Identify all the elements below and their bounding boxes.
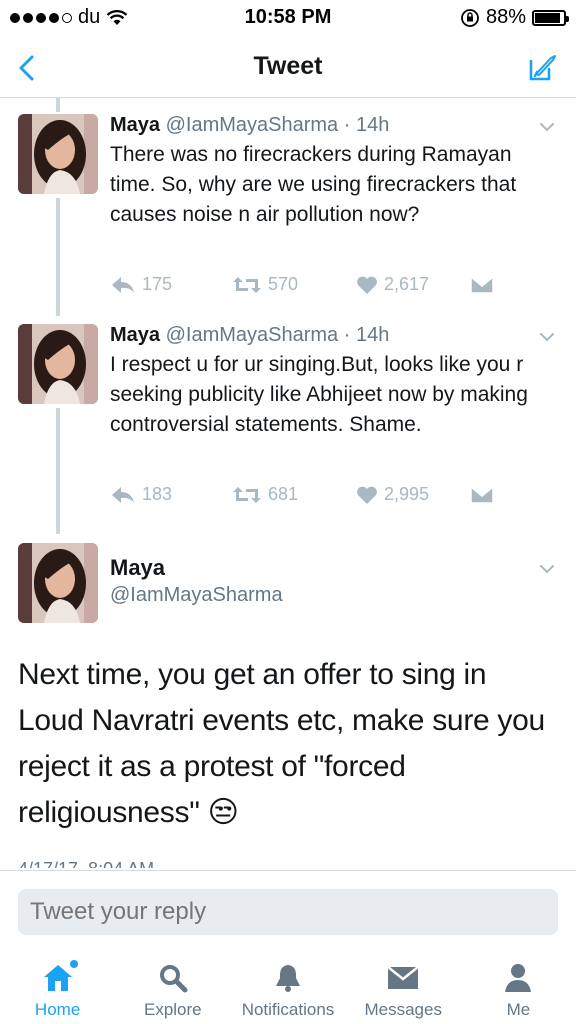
tweet-timestamp: 4/17/17, 8:04 AM [18,854,154,868]
avatar[interactable] [18,543,98,623]
tweet-actions: 175 570 2,617 [110,274,494,295]
search-icon [155,960,191,996]
author-handle[interactable]: @IamMayaSharma [166,114,339,136]
chevron-down-icon[interactable] [536,326,558,348]
like-button[interactable]: 2,617 [356,274,470,295]
compose-tweet-icon[interactable] [522,48,562,88]
chevron-down-icon[interactable] [536,116,558,138]
tweet-time: · 14h [343,114,390,136]
tab-me[interactable]: Me [461,950,576,1024]
person-icon [500,960,536,996]
author-name[interactable]: Maya [110,324,160,346]
retweet-icon [233,276,261,293]
tweet-header: Maya @IamMayaSharma · 14h [110,324,389,347]
tab-home[interactable]: Home [0,950,115,1024]
tweet-text: I respect u for ur singing.But, looks li… [110,353,528,436]
tab-messages[interactable]: Messages [346,950,461,1024]
chevron-down-icon[interactable] [536,558,558,580]
tweet-text: There was no firecrackers during Ramayan… [110,143,517,226]
envelope-icon [470,485,494,504]
envelope-icon [385,960,421,996]
reply-count: 183 [142,484,173,504]
status-right: 88% [460,6,569,29]
heart-icon [357,486,377,504]
tab-label: Notifications [241,1000,335,1019]
reply-input[interactable] [18,889,558,935]
tab-notifications[interactable]: Notifications [230,950,345,1024]
tab-label: Home [34,1000,81,1019]
author-name[interactable]: Maya [110,555,165,581]
like-count: 2,617 [384,274,430,294]
nav-bar: Tweet [0,36,576,98]
tab-explore[interactable]: Explore [115,950,230,1024]
retweet-count: 681 [268,484,299,504]
thread-tweet[interactable]: Maya @IamMayaSharma · 14h I respect u fo… [0,322,576,532]
retweet-button[interactable]: 681 [232,484,356,505]
new-content-indicator [69,960,78,968]
main-tweet-text: Next time, you get an offer to sing in L… [18,658,545,829]
tab-label: Me [506,1000,531,1019]
direct-message-button[interactable] [470,485,494,504]
retweet-count: 570 [268,274,299,294]
avatar[interactable] [18,324,98,404]
reply-button[interactable]: 183 [110,484,232,505]
tweet-date: 4/17/17, 8:04 AM [18,859,154,868]
author-name[interactable]: Maya [110,114,160,136]
heart-icon [357,276,377,294]
reply-button[interactable]: 175 [110,274,232,295]
like-button[interactable]: 2,995 [356,484,470,505]
direct-message-button[interactable] [470,275,494,294]
reply-bar [0,870,576,950]
home-icon [40,960,78,996]
tweet-header: Maya @IamMayaSharma · 14h [110,114,389,137]
battery-percent: 88% [485,6,526,28]
retweet-button[interactable]: 570 [232,274,356,295]
like-count: 2,995 [384,484,430,504]
reply-icon [112,276,134,293]
author-handle[interactable]: @IamMayaSharma [166,324,339,346]
retweet-icon [233,486,261,503]
envelope-icon [470,275,494,294]
reply-count: 175 [142,274,173,294]
thread-line [56,98,60,112]
tab-label: Explore [143,1000,202,1019]
tweet-actions: 183 681 2,995 [110,484,494,505]
reply-icon [112,486,134,503]
tweet-time: · 14h [343,324,390,346]
orientation-lock-icon [461,8,479,27]
tab-bar: Home Explore Notifications Messages Me [0,950,576,1024]
bell-icon [270,960,306,996]
author-handle[interactable]: @IamMayaSharma [110,584,283,607]
tab-label: Messages [364,1000,442,1019]
page-title: Tweet [253,52,323,80]
thread-tweet[interactable]: Maya @IamMayaSharma · 14h There was no f… [0,112,576,312]
battery-icon [532,9,569,26]
status-bar: du 10:58 PM 88% [0,0,576,36]
battery-level [535,12,560,23]
avatar[interactable] [18,114,98,194]
